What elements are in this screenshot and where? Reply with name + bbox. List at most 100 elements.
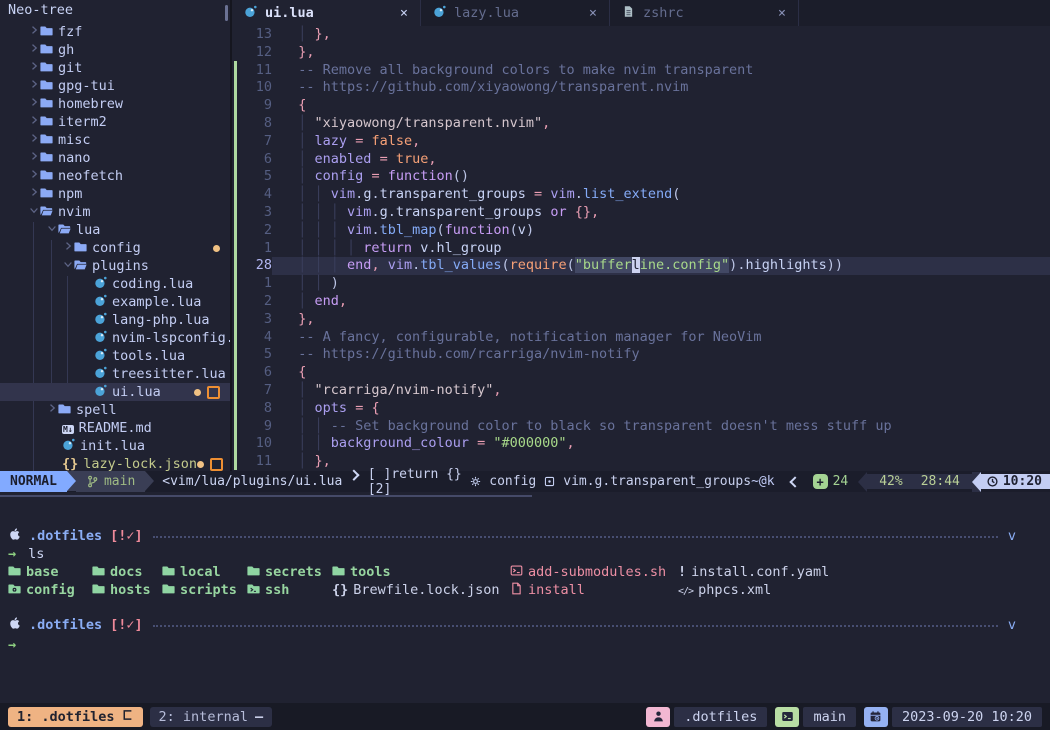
code-area[interactable]: 13 │ },12 },11 -- Remove all background …	[232, 26, 1050, 471]
terminal-badge	[775, 707, 799, 727]
terminal-pane[interactable]: .dotfiles[!✓]v → ls basedocslocalsecrets…	[0, 497, 1050, 703]
tree-item-example.lua[interactable]: example.lua	[0, 293, 230, 311]
line-number: 4	[232, 329, 272, 347]
code-line[interactable]: 5 │ config = function()	[232, 168, 1050, 186]
code-line[interactable]: 11 │ },	[232, 453, 1050, 471]
tree-item-treesitter.lua[interactable]: treesitter.lua	[0, 365, 230, 383]
code-text: │ "xiyaowong/transparent.nvim",	[272, 115, 1050, 133]
tree-item-plugins[interactable]: plugins	[0, 257, 230, 275]
prompt-directory: .dotfiles	[29, 617, 102, 633]
tree-item-nvim[interactable]: nvim	[0, 203, 230, 221]
code-line[interactable]: 2 │ end,	[232, 293, 1050, 311]
tree-item-homebrew[interactable]: homebrew	[0, 95, 230, 113]
code-line[interactable]: 1 │ │ )	[232, 275, 1050, 293]
git-dot-icon	[213, 245, 220, 252]
code-line[interactable]: 3 │ │ │ vim.g.transparent_groups or {},	[232, 204, 1050, 222]
chevron-down-icon[interactable]	[28, 204, 40, 220]
ls-entry-config: config	[8, 581, 92, 599]
command-line-current[interactable]: →	[8, 636, 1042, 654]
chevron-right-icon[interactable]	[46, 402, 58, 418]
tab-ui.lua[interactable]: ui.lua×	[232, 0, 421, 26]
code-line[interactable]: 4 │ │ vim.g.transparent_groups = vim.lis…	[232, 186, 1050, 204]
tree-item-lang-php.lua[interactable]: lang-php.lua	[0, 311, 230, 329]
tab-lazy.lua[interactable]: lazy.lua×	[421, 0, 610, 26]
folder-icon	[40, 114, 53, 131]
apple-icon	[8, 527, 22, 545]
code-line[interactable]: 11 -- Remove all background colors to ma…	[232, 62, 1050, 80]
tree-item-config[interactable]: config	[0, 239, 230, 257]
tree-item-spell[interactable]: spell	[0, 401, 230, 419]
tree-item-iterm2[interactable]: iterm2	[0, 113, 230, 131]
chevron-right-icon[interactable]	[28, 42, 40, 58]
chevron-right-icon[interactable]	[28, 150, 40, 166]
chevron-right-icon[interactable]	[62, 240, 74, 256]
tree-item-neofetch[interactable]: neofetch	[0, 167, 230, 185]
position-segment: 42% 28:44	[867, 474, 972, 489]
code-line[interactable]: 3 },	[232, 311, 1050, 329]
code-line[interactable]: 4 -- A fancy, configurable, notification…	[232, 329, 1050, 347]
tmux-window-2-internal[interactable]: 2: internal–	[150, 707, 273, 727]
code-line[interactable]: 8 │ opts = {	[232, 400, 1050, 418]
tree-item-lua[interactable]: lua	[0, 221, 230, 239]
code-line[interactable]: 5 -- https://github.com/rcarriga/nvim-no…	[232, 346, 1050, 364]
dir-icon	[162, 564, 175, 581]
code-text: │ │ │ vim.tbl_map(function(v)	[272, 222, 1050, 240]
ls-entry-Brewfile.lock.json: {}Brewfile.lock.json	[332, 581, 510, 599]
cursor-block: l	[632, 257, 640, 273]
code-line[interactable]: 6 │ enabled = true,	[232, 151, 1050, 169]
tree-item-lazy-lock.json[interactable]: {}lazy-lock.json	[0, 455, 230, 471]
tree-item-npm[interactable]: npm	[0, 185, 230, 203]
tab-zshrc[interactable]: zshrc×	[610, 0, 799, 26]
tree-item-init.lua[interactable]: init.lua	[0, 437, 230, 455]
neotree-sidebar[interactable]: Neo-tree fzfghgitgpg-tuihomebrewiterm2mi…	[0, 0, 232, 471]
chevron-right-icon[interactable]	[28, 24, 40, 40]
chevron-right-icon[interactable]	[28, 60, 40, 76]
tree-item-git[interactable]: git	[0, 59, 230, 77]
tree-item-gpg-tui[interactable]: gpg-tui	[0, 77, 230, 95]
code-line[interactable]: 9 │ │ -- Set background color to black s…	[232, 418, 1050, 436]
tmux-window-1-dotfiles[interactable]: 1: .dotfiles	[8, 707, 143, 727]
tree-item-fzf[interactable]: fzf	[0, 23, 230, 41]
chevron-right-icon[interactable]	[28, 186, 40, 202]
tab-close-button[interactable]: ×	[778, 5, 786, 21]
code-line[interactable]: 10 │ │ background_colour = "#000000",	[232, 435, 1050, 453]
tree-item-tools.lua[interactable]: tools.lua	[0, 347, 230, 365]
tree-item-misc[interactable]: misc	[0, 131, 230, 149]
code-line[interactable]: 12 },	[232, 44, 1050, 62]
code-line[interactable]: 2 │ │ │ vim.tbl_map(function(v)	[232, 222, 1050, 240]
prompt-dotted-leader	[153, 625, 998, 627]
code-line[interactable]: 7 │ lazy = false,	[232, 133, 1050, 151]
chevron-right-icon[interactable]	[28, 114, 40, 130]
clock-segment: 10:20	[981, 474, 1050, 489]
chevron-right-icon[interactable]	[28, 78, 40, 94]
folder-icon	[40, 132, 53, 149]
chevron-down-icon[interactable]	[62, 258, 74, 274]
chevron-right-icon[interactable]	[28, 96, 40, 112]
code-line[interactable]: 9 {	[232, 97, 1050, 115]
tree-item-ui.lua[interactable]: ui.lua	[0, 383, 230, 401]
sidebar-scrollbar[interactable]	[225, 5, 228, 21]
lua-icon	[62, 438, 75, 455]
tree-item-README.md[interactable]: M↓README.md	[0, 419, 230, 437]
chevron-down-icon[interactable]	[46, 222, 58, 238]
ls-entry-label: install.conf.yaml	[691, 564, 829, 580]
code-line[interactable]: 13 │ },	[232, 26, 1050, 44]
git-dot-icon	[194, 389, 201, 396]
dir-icon	[162, 582, 175, 599]
tree-item-gh[interactable]: gh	[0, 41, 230, 59]
tab-close-button[interactable]: ×	[589, 5, 597, 21]
code-line-current[interactable]: 28 │ │ │ end, vim.tbl_values(require("bu…	[232, 257, 1050, 275]
chevron-right-icon[interactable]	[28, 168, 40, 184]
tree-item-nano[interactable]: nano	[0, 149, 230, 167]
code-line[interactable]: 10 -- https://github.com/xiyaowong/trans…	[232, 79, 1050, 97]
sh-icon	[510, 564, 523, 581]
chevron-right-icon[interactable]	[28, 132, 40, 148]
code-line[interactable]: 7 │ "rcarriga/nvim-notify",	[232, 382, 1050, 400]
code-line[interactable]: 1 │ │ │ │ return v.hl_group	[232, 240, 1050, 258]
tree-item-coding.lua[interactable]: coding.lua	[0, 275, 230, 293]
tree-item-nvim-lspconfig.[interactable]: nvim-lspconfig.	[0, 329, 230, 347]
code-line[interactable]: 8 │ "xiyaowong/transparent.nvim",	[232, 115, 1050, 133]
tab-close-button[interactable]: ×	[400, 5, 408, 21]
ls-entry-install.conf.yaml: !install.conf.yaml	[678, 563, 1050, 581]
code-line[interactable]: 6 {	[232, 364, 1050, 382]
